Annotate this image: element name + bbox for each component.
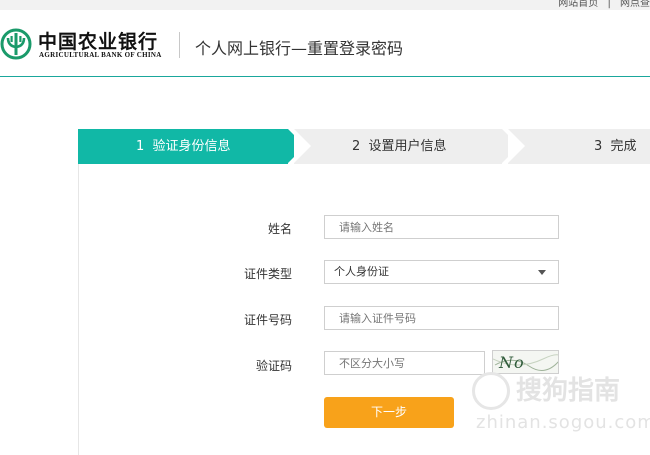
id-type-label: 证件类型: [243, 267, 292, 281]
name-input[interactable]: [324, 215, 559, 239]
next-step-button[interactable]: 下一步: [324, 397, 454, 428]
bank-name-cn: 中国农业银行: [38, 31, 159, 53]
step-3-notch: [508, 129, 525, 163]
watermark-en: zhinan.sogou.com: [476, 412, 650, 433]
step-1-number: 1: [136, 139, 145, 154]
header: 中国农业银行 AGRICULTURAL BANK OF CHINA 个人网上银行…: [0, 10, 650, 77]
top-utility-bar: 网站首页 | 网点查: [0, 0, 650, 10]
sogou-watermark-icon: [472, 372, 510, 410]
step-2-set-user-info: 2 设置用户信息: [294, 129, 502, 164]
captcha-input[interactable]: [324, 351, 485, 375]
top-link-branch[interactable]: 网点查: [620, 0, 650, 9]
id-number-label: 证件号码: [243, 313, 292, 327]
step-progress: 1 验证身份信息 2 设置用户信息 3 完成: [78, 129, 650, 164]
name-label: 姓名: [267, 222, 292, 236]
page-title: 个人网上银行—重置登录密码: [195, 39, 404, 58]
top-link-divider: |: [607, 0, 611, 9]
header-divider: [179, 32, 180, 58]
step-1-verify-identity: 1 验证身份信息: [78, 129, 305, 164]
step-1-label: 验证身份信息: [152, 139, 231, 154]
top-links: 网站首页 | 网点查: [552, 0, 650, 9]
id-type-selected-value: 个人身份证: [334, 265, 389, 278]
watermark-cn: 搜狗指南: [516, 376, 621, 406]
step-3-label: 完成: [610, 139, 637, 154]
top-link-home[interactable]: 网站首页: [558, 0, 598, 9]
chevron-down-icon: [538, 270, 546, 275]
bank-name-en: AGRICULTURAL BANK OF CHINA: [39, 51, 162, 59]
abc-logo-icon[interactable]: [0, 28, 32, 60]
step-3-number: 3: [594, 139, 603, 154]
step-2-number: 2: [352, 139, 361, 154]
id-number-input[interactable]: [324, 306, 559, 330]
id-type-select[interactable]: 个人身份证: [324, 260, 559, 284]
step-2-notch: [294, 129, 311, 163]
step-2-label: 设置用户信息: [368, 139, 447, 154]
captcha-label: 验证码: [255, 359, 292, 373]
step-3-complete: 3 完成: [508, 129, 650, 164]
